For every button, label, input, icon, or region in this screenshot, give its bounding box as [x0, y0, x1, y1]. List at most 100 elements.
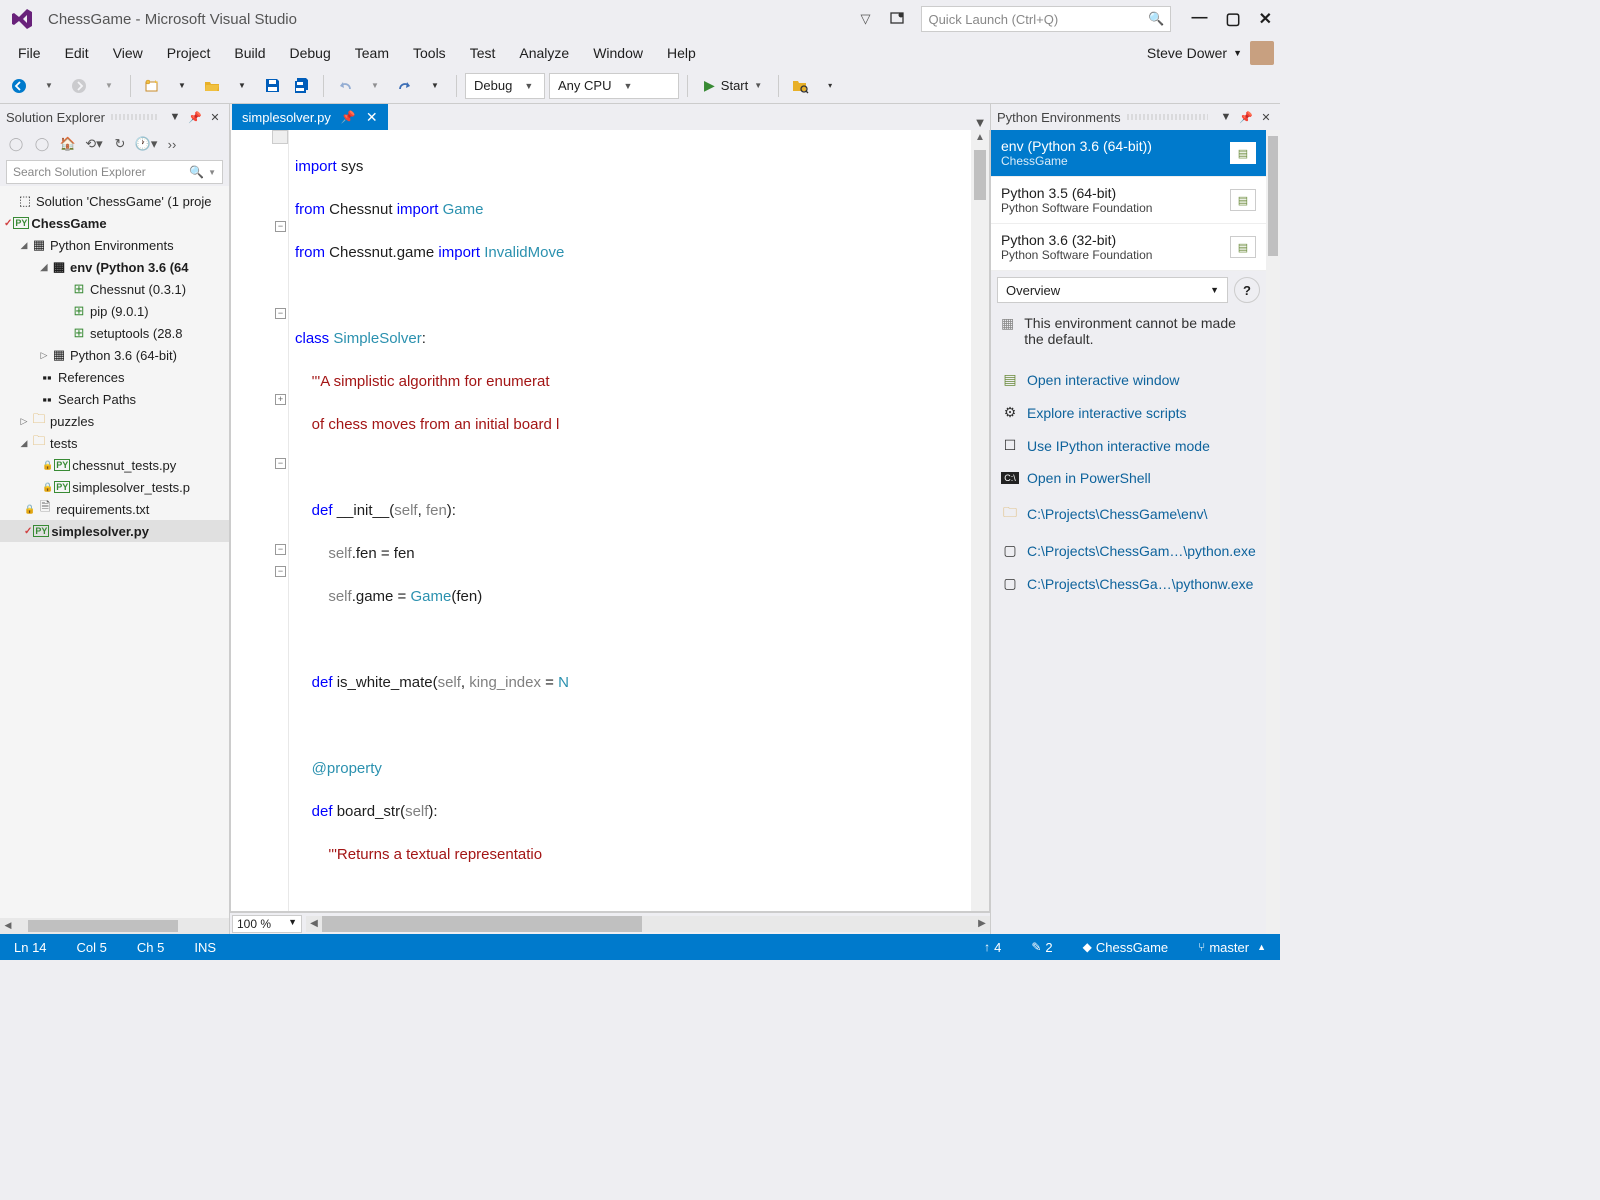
env-item[interactable]: Python 3.6 (32-bit)Python Software Found…: [991, 224, 1266, 271]
pin-tab-icon[interactable]: 📌: [341, 110, 356, 124]
pkg-node[interactable]: ⊞setuptools (28.8: [0, 322, 229, 344]
editor-vscroll[interactable]: ▲: [971, 130, 989, 911]
fold-icon[interactable]: −: [275, 544, 286, 555]
maximize-button[interactable]: ▢: [1225, 9, 1240, 29]
status-branch[interactable]: ⑂master▲: [1192, 940, 1272, 955]
status-col[interactable]: Col 5: [71, 940, 113, 955]
quick-launch-input[interactable]: Quick Launch (Ctrl+Q) 🔍: [921, 6, 1171, 32]
project-node[interactable]: ✓PYChessGame: [0, 212, 229, 234]
references-node[interactable]: ▪▪References: [0, 366, 229, 388]
fold-icon[interactable]: −: [275, 458, 286, 469]
status-line[interactable]: Ln 14: [8, 940, 53, 955]
panel-dropdown-icon[interactable]: ▼: [167, 109, 183, 125]
nav-fwd-icon[interactable]: ◯: [30, 132, 54, 156]
status-ch[interactable]: Ch 5: [131, 940, 170, 955]
path-link[interactable]: ▢C:\Projects\ChessGam…\python.exe: [1001, 534, 1256, 567]
pin-icon[interactable]: 📌: [1238, 109, 1254, 125]
env-item[interactable]: Python 3.5 (64-bit)Python Software Found…: [991, 177, 1266, 224]
start-button[interactable]: ▶ Start ▼: [696, 73, 770, 99]
close-panel-icon[interactable]: ✕: [1258, 109, 1274, 125]
file-node[interactable]: 🔒🗎requirements.txt: [0, 498, 229, 520]
env-view-dropdown[interactable]: Overview▼: [997, 277, 1228, 303]
new-item-button[interactable]: [139, 73, 165, 99]
solution-node[interactable]: ⬚Solution 'ChessGame' (1 proje: [0, 190, 229, 212]
solution-hscroll[interactable]: ◀: [0, 918, 229, 934]
code-content[interactable]: import sys from Chessnut import Game fro…: [289, 130, 971, 911]
pkg-node[interactable]: ⊞pip (9.0.1): [0, 300, 229, 322]
menu-team[interactable]: Team: [343, 41, 401, 65]
file-node[interactable]: 🔒PYchessnut_tests.py: [0, 454, 229, 476]
menu-build[interactable]: Build: [222, 41, 277, 65]
pkg-node[interactable]: ⊞Chessnut (0.3.1): [0, 278, 229, 300]
menu-analyze[interactable]: Analyze: [507, 41, 581, 65]
platform-dropdown[interactable]: Any CPU▼: [549, 73, 679, 99]
env-item-active[interactable]: env (Python 3.6 (64-bit))ChessGame ▤: [991, 130, 1266, 177]
folder-tests[interactable]: ◢🗀tests: [0, 432, 229, 454]
signed-in-user[interactable]: Steve Dower ▼: [1139, 41, 1250, 65]
help-button[interactable]: ?: [1234, 277, 1260, 303]
notifications-icon[interactable]: [885, 7, 909, 31]
close-button[interactable]: ✕: [1259, 9, 1272, 29]
status-ins[interactable]: INS: [188, 940, 222, 955]
tab-menu-icon[interactable]: ▼: [970, 115, 990, 130]
menu-debug[interactable]: Debug: [278, 41, 343, 65]
redo-button[interactable]: [392, 73, 418, 99]
nav-back-button[interactable]: [6, 73, 32, 99]
menu-test[interactable]: Test: [458, 41, 508, 65]
save-all-button[interactable]: [289, 73, 315, 99]
open-interactive-link[interactable]: ▤Open interactive window: [1001, 363, 1256, 396]
powershell-link[interactable]: C:\Open in PowerShell: [1001, 462, 1256, 494]
status-project[interactable]: ◆ChessGame: [1077, 940, 1174, 955]
undo-button[interactable]: [332, 73, 358, 99]
status-pending[interactable]: ✎2: [1025, 940, 1058, 955]
fold-icon[interactable]: −: [275, 566, 286, 577]
editor-hscroll[interactable]: ◀▶: [306, 916, 990, 932]
undo-dropdown[interactable]: ▼: [362, 73, 388, 99]
menu-help[interactable]: Help: [655, 41, 708, 65]
solution-search-input[interactable]: Search Solution Explorer 🔍 ▼: [6, 160, 223, 184]
menu-file[interactable]: File: [6, 41, 53, 65]
fold-icon[interactable]: −: [275, 308, 286, 319]
show-all-icon[interactable]: 🕐▾: [134, 132, 158, 156]
overflow-icon[interactable]: ››: [160, 132, 184, 156]
nav-back-icon[interactable]: ◯: [4, 132, 28, 156]
interactive-badge-icon[interactable]: ▤: [1230, 236, 1256, 258]
open-file-button[interactable]: [199, 73, 225, 99]
interactive-badge-icon[interactable]: ▤: [1230, 142, 1256, 164]
split-icon[interactable]: [272, 130, 288, 144]
tab-simplesolver[interactable]: simplesolver.py 📌 ✕: [232, 104, 388, 130]
solution-tree[interactable]: ⬚Solution 'ChessGame' (1 proje ✓PYChessG…: [0, 186, 229, 918]
save-button[interactable]: [259, 73, 285, 99]
interactive-badge-icon[interactable]: ▤: [1230, 189, 1256, 211]
ipython-checkbox[interactable]: ☐Use IPython interactive mode: [1001, 429, 1256, 462]
pin-icon[interactable]: 📌: [187, 109, 203, 125]
nav-back-dropdown[interactable]: ▼: [36, 73, 62, 99]
close-panel-icon[interactable]: ✕: [207, 109, 223, 125]
avatar[interactable]: [1250, 41, 1274, 65]
find-in-files-button[interactable]: [787, 73, 813, 99]
redo-dropdown[interactable]: ▼: [422, 73, 448, 99]
sync-icon[interactable]: ⟲▾: [82, 132, 106, 156]
file-node[interactable]: 🔒PYsimplesolver_tests.p: [0, 476, 229, 498]
folder-puzzles[interactable]: ▷🗀puzzles: [0, 410, 229, 432]
close-tab-icon[interactable]: ✕: [366, 109, 378, 126]
zoom-dropdown[interactable]: 100 %▼: [232, 915, 302, 933]
code-editor[interactable]: − − + − − − import sys from Chessnut imp…: [230, 130, 990, 912]
menu-window[interactable]: Window: [581, 41, 655, 65]
file-node-active[interactable]: ✓PYsimplesolver.py: [0, 520, 229, 542]
active-env-node[interactable]: ◢▦env (Python 3.6 (64: [0, 256, 229, 278]
status-outgoing[interactable]: ↑4: [978, 940, 1007, 955]
config-dropdown[interactable]: Debug▼: [465, 73, 545, 99]
path-link[interactable]: 🗀C:\Projects\ChessGame\env\: [1001, 494, 1256, 534]
fold-icon[interactable]: −: [275, 221, 286, 232]
open-file-dropdown[interactable]: ▼: [229, 73, 255, 99]
home-icon[interactable]: 🏠: [56, 132, 80, 156]
panel-dropdown-icon[interactable]: ▼: [1218, 109, 1234, 125]
feedback-filter-icon[interactable]: ▽: [853, 7, 877, 31]
new-item-dropdown[interactable]: ▼: [169, 73, 195, 99]
explore-scripts-link[interactable]: ⚙Explore interactive scripts: [1001, 396, 1256, 429]
search-paths-node[interactable]: ▪▪Search Paths: [0, 388, 229, 410]
toolbar-overflow[interactable]: ▾: [817, 73, 843, 99]
menu-tools[interactable]: Tools: [401, 41, 458, 65]
refresh-icon[interactable]: ↻: [108, 132, 132, 156]
